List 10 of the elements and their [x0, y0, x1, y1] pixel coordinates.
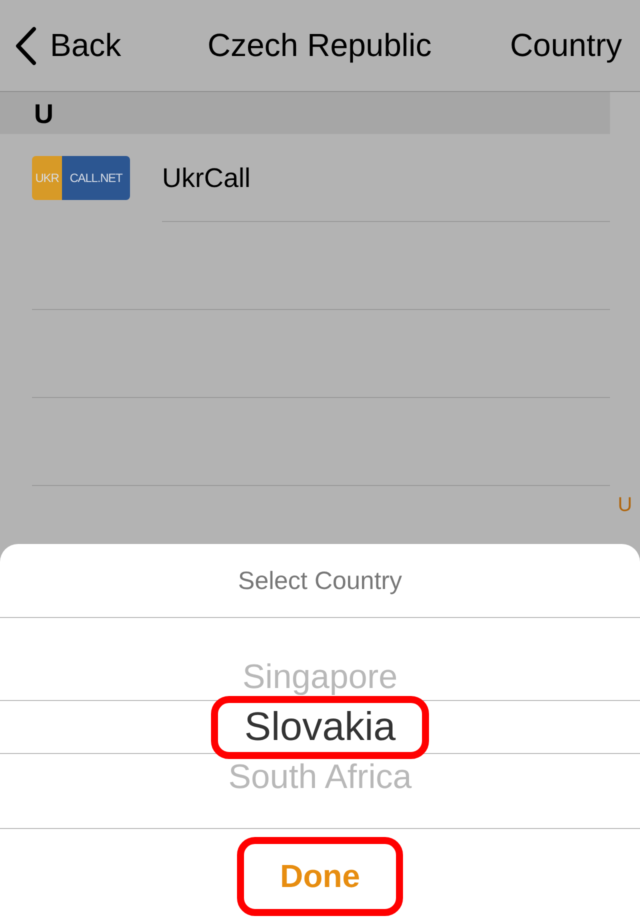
back-chevron-icon — [14, 26, 38, 66]
picker-title: Select Country — [0, 544, 640, 618]
picker-option[interactable]: Slovakia — [211, 696, 429, 758]
picker-wheel[interactable]: Singapore Slovakia South Africa — [0, 618, 640, 829]
nav-title: Czech Republic — [207, 27, 432, 64]
provider-logo: UKR CALL.NET — [32, 156, 130, 200]
list-row[interactable]: UKR CALL.NET UkrCall — [32, 134, 610, 222]
back-button[interactable]: Back — [14, 26, 122, 66]
country-button[interactable]: Country — [510, 27, 622, 64]
section-header: U — [0, 92, 610, 134]
